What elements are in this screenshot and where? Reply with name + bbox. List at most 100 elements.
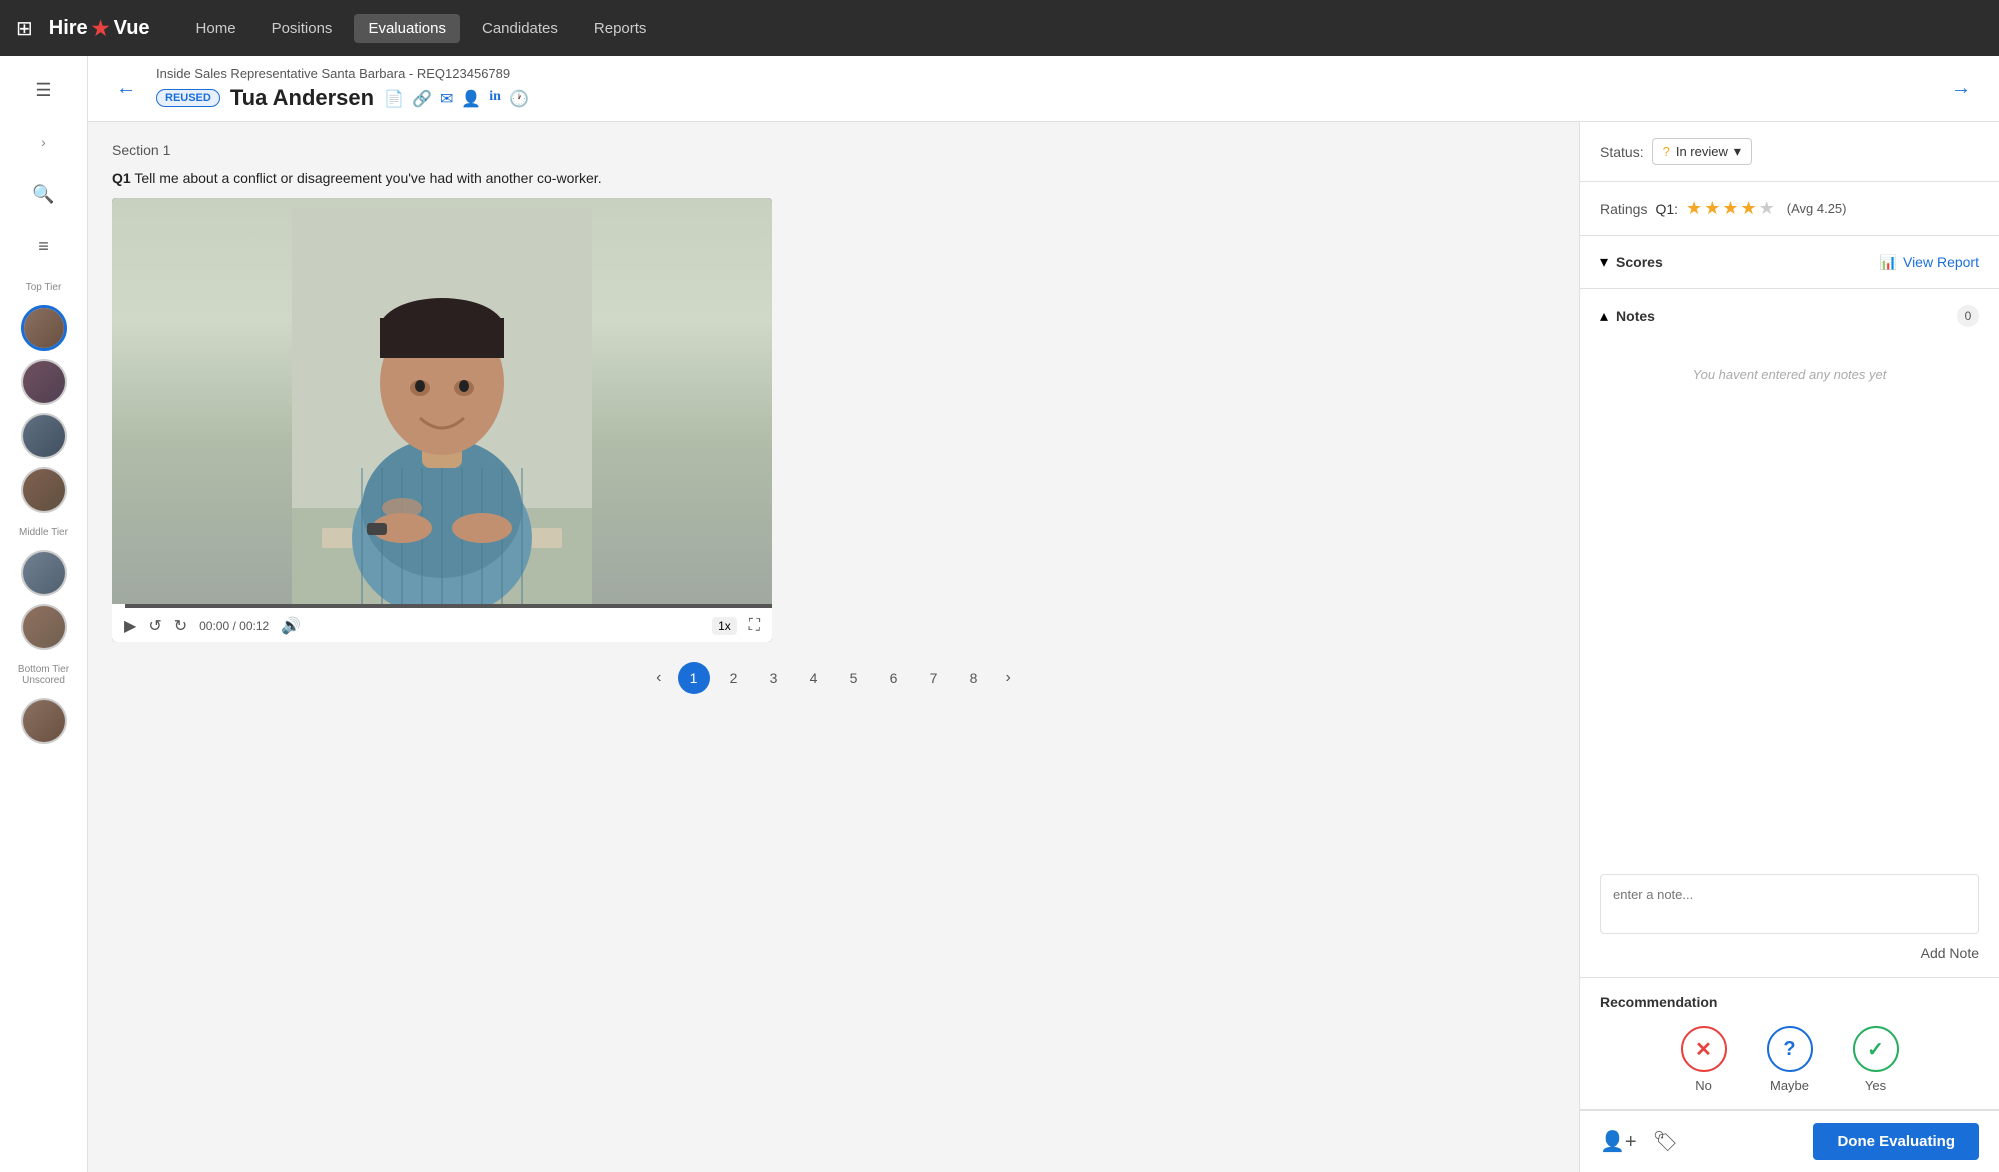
middle-tier-label: Middle Tier [0,521,87,542]
video-controls: ▶ ↺ ↻ 00:00 / 00:12 🔊 1x ⛶ [112,608,772,642]
top-navigation: ⊞ Hire★Vue Home Positions Evaluations Ca… [0,0,1999,56]
next-page-button[interactable]: › [998,665,1019,691]
scores-title: Scores [1616,254,1663,270]
status-icon: ? [1663,144,1670,159]
notes-empty-message: You havent entered any notes yet [1600,327,1979,402]
done-evaluating-button[interactable]: Done Evaluating [1813,1123,1979,1160]
next-candidate-button[interactable]: → [1943,73,1979,104]
star-5[interactable]: ★ [1759,198,1775,219]
logo-star: ★ [92,16,110,41]
candidate-avatar-7[interactable] [21,698,67,744]
sidebar-expand-icon[interactable]: › [22,120,66,164]
view-report-label: View Report [1903,254,1979,270]
page-6-button[interactable]: 6 [878,662,910,694]
notes-expand-icon: ▴ [1600,306,1608,326]
question-number: Q1 [112,170,131,186]
star-1[interactable]: ★ [1686,198,1702,219]
maybe-recommendation-button[interactable]: ? Maybe [1767,1026,1813,1093]
speed-button[interactable]: 1x [712,617,737,635]
grid-icon[interactable]: ⊞ [16,16,33,41]
view-report-button[interactable]: 📊 View Report [1880,254,1979,271]
notes-section: ▴ Notes 0 You havent entered any notes y… [1580,289,1999,978]
volume-button[interactable]: 🔊 [281,616,301,636]
status-section: Status: ? In review ▾ [1580,122,1999,182]
person-icon[interactable]: 👤 [461,89,481,109]
yes-label: Yes [1865,1078,1886,1093]
prev-page-button[interactable]: ‹ [648,665,669,691]
logo: Hire★Vue [49,16,150,41]
bottom-bar: 👤+ 🏷 Done Evaluating [1580,1110,1999,1172]
nav-reports[interactable]: Reports [580,14,661,43]
status-label: Status: [1600,144,1644,160]
note-input[interactable] [1600,874,1979,934]
add-person-icon[interactable]: 👤+ [1600,1129,1637,1154]
time-icon[interactable]: 🕐 [509,89,529,109]
yes-circle: ✓ [1853,1026,1899,1072]
candidate-avatar-4[interactable] [21,467,67,513]
email-icon[interactable]: ✉ [440,89,453,109]
video-frame [112,198,772,608]
candidate-avatar-5[interactable] [21,550,67,596]
play-button[interactable]: ▶ [124,616,136,636]
nav-positions[interactable]: Positions [258,14,347,43]
notes-title: Notes [1616,308,1655,324]
reused-badge: REUSED [156,89,220,107]
ratings-label: Ratings [1600,201,1647,217]
page-5-button[interactable]: 5 [838,662,870,694]
right-panel: Status: ? In review ▾ Ratings Q1: [1579,122,1999,1172]
nav-candidates[interactable]: Candidates [468,14,572,43]
sidebar-search-icon[interactable]: 🔍 [22,172,66,216]
page-3-button[interactable]: 3 [758,662,790,694]
maybe-label: Maybe [1770,1078,1809,1093]
candidate-avatar-3[interactable] [21,413,67,459]
recommendation-title: Recommendation [1600,994,1979,1010]
star-4[interactable]: ★ [1740,198,1756,219]
q1-label: Q1: [1655,201,1678,217]
scores-header[interactable]: ▾ Scores 📊 View Report [1600,252,1979,272]
question-text: Tell me about a conflict or disagreement… [134,170,601,186]
star-rating[interactable]: ★ ★ ★ ★ ★ [1686,198,1775,219]
document-icon[interactable]: 📄 [384,89,404,109]
yes-recommendation-button[interactable]: ✓ Yes [1853,1026,1899,1093]
no-recommendation-button[interactable]: ✕ No [1681,1026,1727,1093]
job-title: Inside Sales Representative Santa Barbar… [156,66,1931,81]
linkedin-icon[interactable]: in [489,89,501,109]
nav-home[interactable]: Home [182,14,250,43]
forward-button[interactable]: ↻ [174,616,187,636]
page-2-button[interactable]: 2 [718,662,750,694]
question-label: Q1 Tell me about a conflict or disagreem… [112,170,1555,186]
sidebar-filter-icon[interactable]: ≡ [22,224,66,268]
candidate-avatar-6[interactable] [21,604,67,650]
candidate-name: Tua Andersen [230,85,374,111]
status-chevron-icon: ▾ [1734,143,1741,160]
rewind-button[interactable]: ↺ [148,616,161,636]
star-3[interactable]: ★ [1722,198,1738,219]
fullscreen-button[interactable]: ⛶ [749,617,760,635]
page-7-button[interactable]: 7 [918,662,950,694]
video-person-svg [292,208,592,608]
no-label: No [1695,1078,1712,1093]
candidate-sidebar: ☰ › 🔍 ≡ Top Tier Middle Tier Bottom Tier… [0,56,88,1172]
page-1-button[interactable]: 1 [678,662,710,694]
page-8-button[interactable]: 8 [958,662,990,694]
add-note-button[interactable]: Add Note [1600,945,1979,961]
candidate-avatar-1[interactable] [21,305,67,351]
recommendation-section: Recommendation ✕ No ? Maybe ✓ Yes [1580,978,1999,1110]
notes-header[interactable]: ▴ Notes 0 [1600,305,1979,327]
no-circle: ✕ [1681,1026,1727,1072]
candidate-info: Inside Sales Representative Santa Barbar… [156,66,1931,111]
link-icon[interactable]: 🔗 [412,89,432,109]
tag-icon[interactable]: 🏷 [1653,1129,1678,1154]
star-2[interactable]: ★ [1704,198,1720,219]
maybe-circle: ? [1767,1026,1813,1072]
sidebar-list-icon[interactable]: ☰ [22,68,66,112]
prev-candidate-button[interactable]: ← [108,73,144,104]
nav-evaluations[interactable]: Evaluations [354,14,460,43]
candidate-header: ← Inside Sales Representative Santa Barb… [88,56,1999,122]
candidate-avatar-2[interactable] [21,359,67,405]
status-value: In review [1676,144,1728,159]
page-4-button[interactable]: 4 [798,662,830,694]
section-title: Section 1 [112,142,1555,158]
status-dropdown[interactable]: ? In review ▾ [1652,138,1752,165]
recommendation-buttons: ✕ No ? Maybe ✓ Yes [1600,1026,1979,1093]
